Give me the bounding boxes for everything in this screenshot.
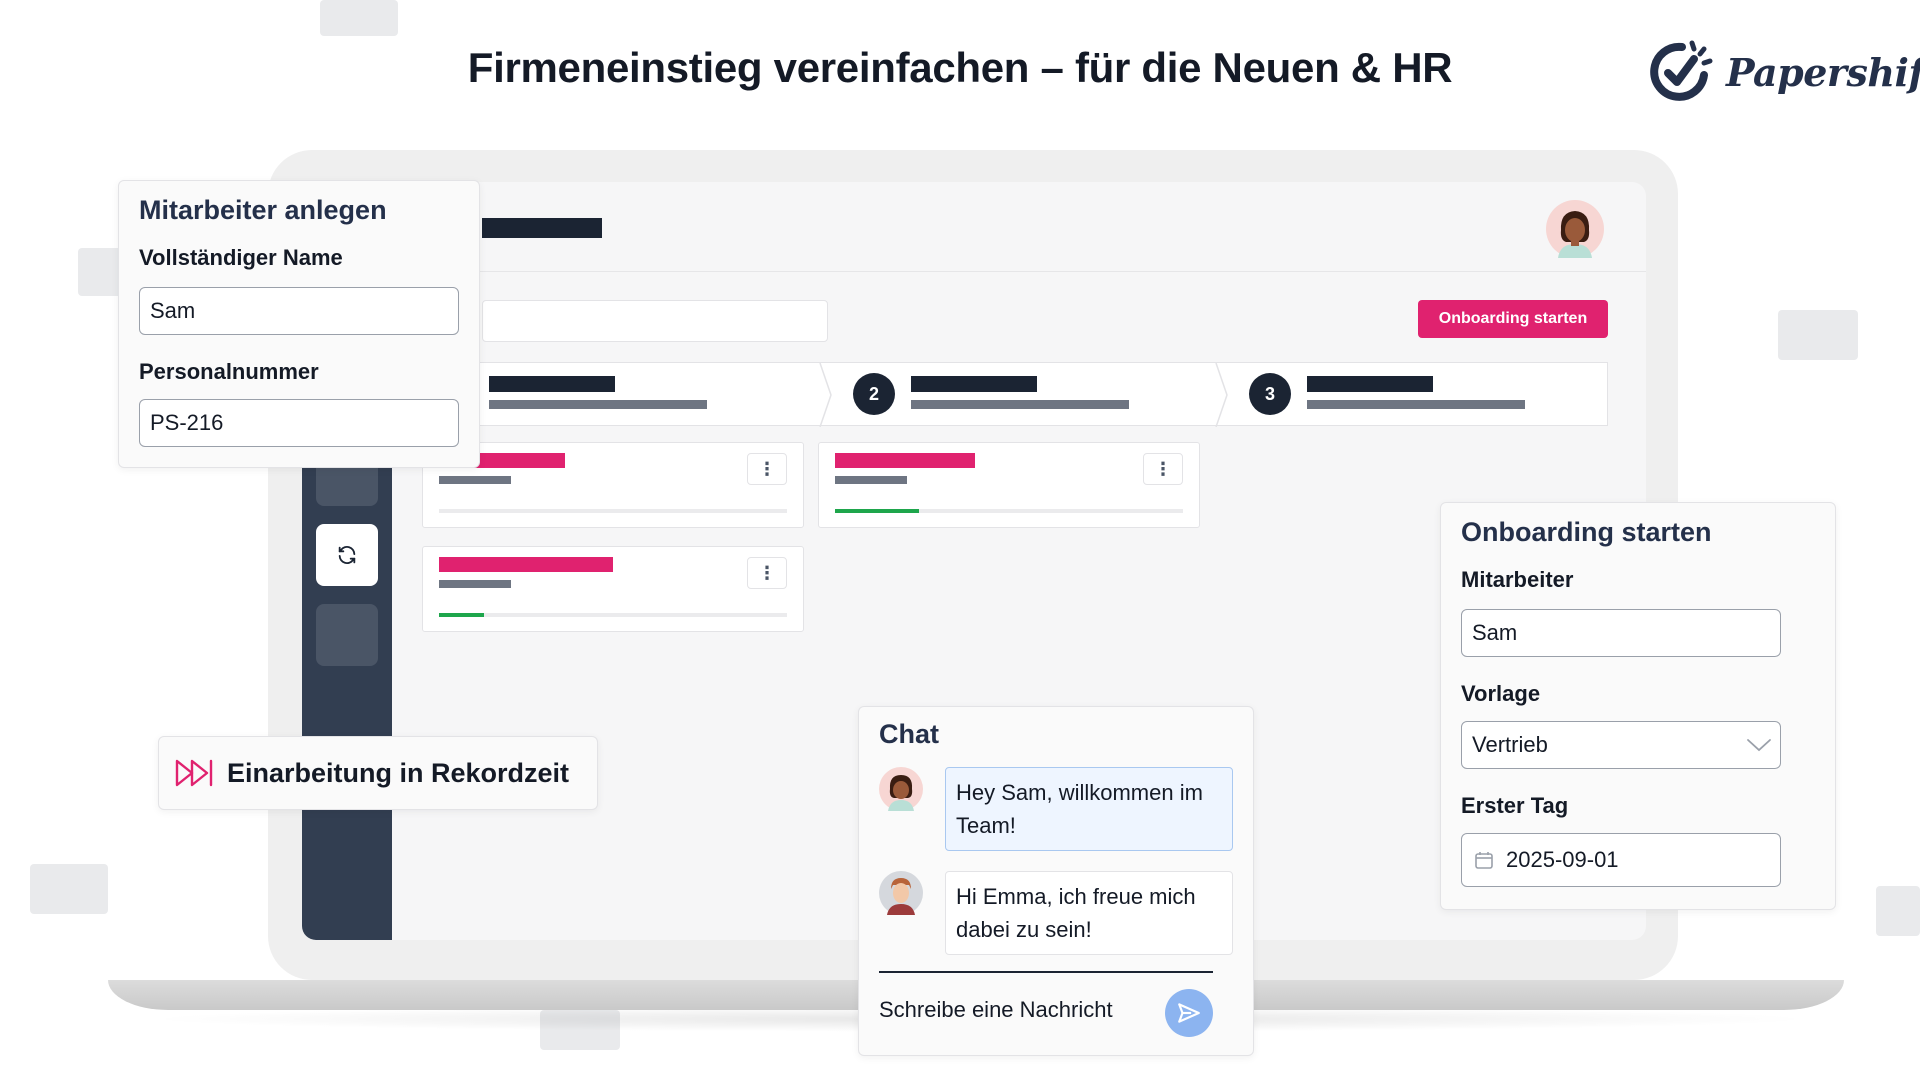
decor-square [320, 0, 398, 36]
card-title-placeholder [835, 453, 975, 468]
chat-panel: Chat Hey Sam, willkommen im Team! Hi Emm… [858, 706, 1254, 1056]
chevron-down-icon [1747, 739, 1771, 752]
sam-avatar [879, 871, 923, 915]
onboarding-start-button[interactable]: Onboarding starten [1418, 300, 1608, 338]
employee-label: Mitarbeiter [1461, 567, 1574, 592]
start-onboarding-panel: Onboarding starten Mitarbeiter Sam Vorla… [1440, 502, 1836, 910]
card-subtitle-placeholder [439, 580, 511, 588]
create-employee-panel: Mitarbeiter anlegen Vollständiger Name S… [118, 180, 480, 468]
panel-title: Mitarbeiter anlegen [139, 195, 387, 225]
card-title-placeholder [439, 557, 613, 572]
chat-message-incoming: Hey Sam, willkommen im Team! [945, 767, 1233, 851]
personnel-number-field[interactable]: PS-216 [139, 399, 459, 447]
user-avatar[interactable] [1546, 200, 1604, 258]
name-field[interactable]: Sam [139, 287, 459, 335]
step-subtitle-placeholder [489, 400, 707, 409]
badge-text: Einarbeitung in Rekordzeit [227, 757, 570, 788]
more-options-icon[interactable]: ⋮ [747, 453, 787, 485]
feature-badge: Einarbeitung in Rekordzeit [158, 736, 598, 810]
start-date-value: 2025-09-01 [1506, 847, 1619, 872]
decor-square [1778, 310, 1858, 360]
step-3[interactable]: 3 [1225, 363, 1607, 427]
decor-square [30, 864, 108, 914]
logo-text: Papershift [1726, 49, 1920, 95]
card-subtitle-placeholder [835, 476, 907, 484]
more-options-icon[interactable]: ⋮ [747, 557, 787, 589]
step-number: 2 [853, 373, 895, 415]
stepper: 1 2 3 [409, 362, 1608, 427]
step-title-placeholder [1307, 376, 1433, 392]
employee-field[interactable]: Sam [1461, 609, 1781, 657]
chat-divider [879, 971, 1213, 973]
name-label: Vollständiger Name [139, 245, 343, 270]
send-icon [1178, 1003, 1200, 1023]
chat-message-input[interactable]: Schreibe eine Nachricht [879, 997, 1113, 1023]
emma-avatar [879, 767, 923, 811]
step-number: 3 [1249, 373, 1291, 415]
calendar-icon [1475, 852, 1493, 869]
personnel-number-label: Personalnummer [139, 359, 319, 384]
card-progress-track [835, 509, 1183, 513]
search-input[interactable] [482, 300, 828, 342]
card-progress-track [439, 613, 787, 617]
template-select[interactable]: Vertrieb [1461, 721, 1781, 769]
card-subtitle-placeholder [439, 476, 511, 484]
task-card[interactable]: ⋮ [818, 442, 1200, 528]
more-options-icon[interactable]: ⋮ [1143, 453, 1183, 485]
fast-forward-icon [175, 759, 213, 787]
sync-icon [338, 546, 356, 564]
step-2[interactable]: 2 [829, 363, 1221, 427]
step-title-placeholder [489, 376, 615, 392]
step-title-placeholder [911, 376, 1037, 392]
template-label: Vorlage [1461, 681, 1541, 706]
papershift-logo[interactable]: Papershift [1644, 32, 1920, 112]
decor-square [1876, 886, 1920, 936]
header-divider [392, 271, 1646, 272]
start-date-field[interactable]: 2025-09-01 [1461, 833, 1781, 887]
chat-message-outgoing: Hi Emma, ich freue mich dabei zu sein! [945, 871, 1233, 955]
template-value: Vertrieb [1472, 732, 1548, 757]
start-date-label: Erster Tag [1461, 793, 1569, 818]
sidebar-item[interactable] [316, 604, 378, 666]
card-progress-fill [439, 613, 485, 617]
step-subtitle-placeholder [1307, 400, 1525, 409]
card-progress-track [439, 509, 787, 513]
checkmark-clock-icon [1650, 40, 1713, 101]
step-1[interactable]: 1 [409, 363, 827, 427]
chat-title: Chat [879, 719, 939, 749]
page-title-placeholder [482, 218, 602, 238]
headline: Firmeneinstieg vereinfachen – für die Ne… [467, 44, 1453, 91]
send-button[interactable] [1165, 989, 1213, 1037]
task-card[interactable]: ⋮ [422, 546, 804, 632]
card-progress-fill [835, 509, 919, 513]
panel-title: Onboarding starten [1461, 517, 1712, 547]
sidebar-item-sync[interactable] [316, 524, 378, 586]
step-subtitle-placeholder [911, 400, 1129, 409]
